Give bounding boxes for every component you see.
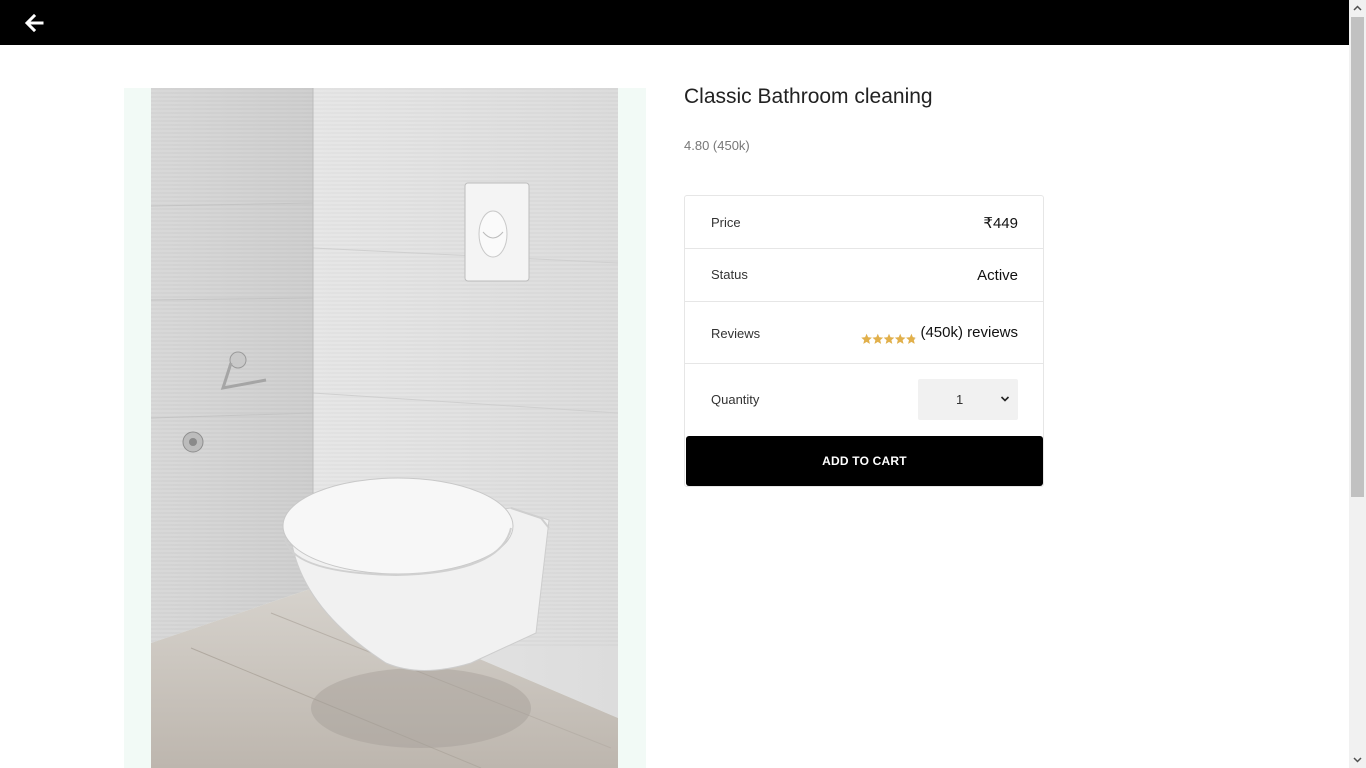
product-details-card: Price ₹449 Status Active Reviews (450k) … — [684, 195, 1044, 487]
reviews-count: (450k) reviews — [920, 324, 1018, 341]
scroll-down-arrow-icon[interactable] — [1349, 751, 1366, 768]
scrollbar-thumb[interactable] — [1351, 17, 1364, 497]
status-row: Status Active — [685, 249, 1043, 302]
add-to-cart-button[interactable]: ADD TO CART — [686, 436, 1043, 486]
back-button[interactable] — [22, 11, 46, 35]
star-icon — [883, 333, 895, 344]
product-image — [151, 88, 618, 768]
scroll-up-arrow-icon[interactable] — [1349, 0, 1366, 17]
star-rating — [861, 332, 917, 344]
chevron-down-icon — [1000, 396, 1010, 402]
status-value: Active — [977, 267, 1018, 284]
star-icon — [894, 333, 906, 344]
product-title: Classic Bathroom cleaning — [684, 85, 933, 108]
status-label: Status — [711, 267, 748, 282]
quantity-value: 1 — [956, 392, 964, 407]
top-bar — [0, 0, 1349, 45]
price-label: Price — [711, 215, 741, 230]
vertical-scrollbar[interactable] — [1349, 0, 1366, 768]
product-image-panel — [124, 88, 646, 768]
rating-summary: 4.80 (450k) — [684, 138, 750, 153]
reviews-row: Reviews (450k) reviews — [685, 302, 1043, 364]
star-icon — [861, 333, 872, 344]
star-icon — [872, 333, 884, 344]
quantity-select[interactable]: 1 — [918, 379, 1018, 420]
price-row: Price ₹449 — [685, 196, 1043, 249]
reviews-label: Reviews — [711, 326, 761, 341]
quantity-label: Quantity — [711, 392, 760, 407]
price-value: ₹449 — [983, 215, 1018, 232]
arrow-left-icon — [24, 13, 44, 33]
